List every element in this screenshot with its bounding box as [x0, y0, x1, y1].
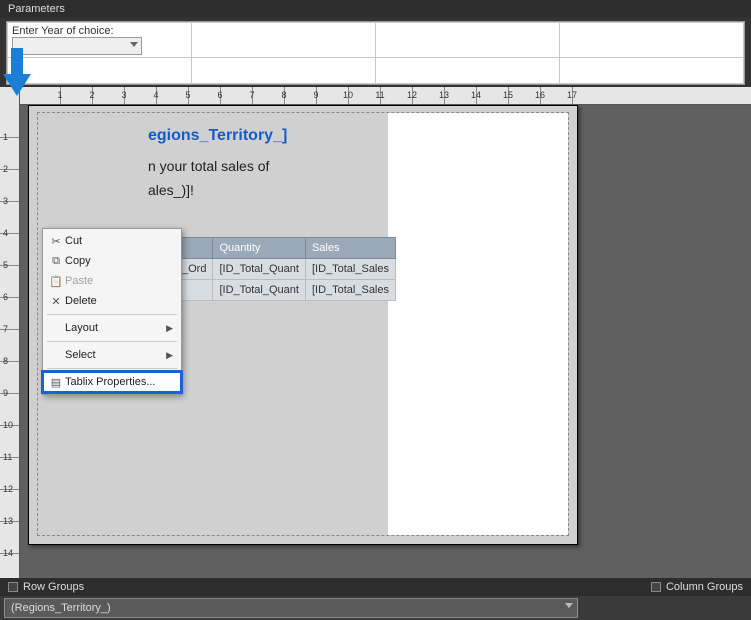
ruler-mark: 6 — [3, 292, 8, 302]
properties-icon: ▤ — [47, 376, 65, 389]
tablix-cell[interactable]: [ID_Total_Quant — [213, 280, 306, 301]
group-strip: (Regions_Territory_) — [0, 596, 751, 620]
ruler-mark: 9 — [3, 388, 8, 398]
ruler-mark: 10 — [3, 420, 13, 430]
ruler-mark: 15 — [503, 90, 513, 100]
menu-separator — [47, 314, 177, 315]
ruler-mark: 9 — [313, 90, 318, 100]
ruler-mark: 13 — [439, 90, 449, 100]
ruler-mark: 11 — [375, 90, 384, 100]
copy-icon: ⧉ — [47, 255, 65, 268]
ruler-mark: 3 — [121, 90, 126, 100]
groups-bar: Row Groups Column Groups — [0, 578, 751, 596]
menu-copy[interactable]: ⧉Copy — [43, 251, 181, 271]
param-label: Enter Year of choice: — [12, 25, 114, 37]
designer-area: 1234567891011121314 12345678910111213141… — [0, 87, 751, 578]
scissors-icon: ✂ — [47, 235, 65, 248]
horizontal-ruler: 1234567891011121314151617 — [20, 87, 751, 105]
param-empty-cell[interactable] — [376, 58, 560, 84]
row-groups-icon — [8, 582, 18, 592]
ruler-mark: 11 — [3, 452, 12, 462]
context-menu: ✂Cut ⧉Copy 📋Paste ✕Delete Layout▶ Select… — [42, 228, 182, 395]
row-groups-label: Row Groups — [0, 581, 92, 593]
ruler-mark: 8 — [3, 356, 8, 366]
tablix-col-qty[interactable]: Quantity — [213, 238, 306, 259]
ruler-mark: 16 — [535, 90, 545, 100]
ruler-mark: 7 — [249, 90, 254, 100]
ruler-mark: 14 — [3, 548, 13, 558]
tablix-cell[interactable]: [ID_Total_Sales — [305, 259, 395, 280]
ruler-mark: 5 — [3, 260, 8, 270]
row-group-item[interactable]: (Regions_Territory_) — [4, 598, 578, 618]
ruler-mark: 2 — [3, 164, 8, 174]
ruler-mark: 12 — [3, 484, 13, 494]
menu-paste: 📋Paste — [43, 271, 181, 291]
tablix-cell[interactable]: [ID_Total_Sales — [305, 280, 395, 301]
menu-delete[interactable]: ✕Delete — [43, 291, 181, 311]
column-groups-icon — [651, 582, 661, 592]
chevron-right-icon: ▶ — [166, 350, 173, 361]
tablix-cell[interactable]: [ID_Total_Quant — [213, 259, 306, 280]
paste-icon: 📋 — [47, 275, 65, 288]
param-empty-cell[interactable] — [376, 23, 560, 58]
ruler-mark: 1 — [3, 132, 8, 142]
ruler-mark: 2 — [89, 90, 94, 100]
ruler-mark: 13 — [3, 516, 13, 526]
menu-layout[interactable]: Layout▶ — [43, 318, 181, 338]
ruler-mark: 5 — [185, 90, 190, 100]
white-side-panel — [388, 113, 568, 535]
ruler-mark: 3 — [3, 196, 8, 206]
ruler-mark: 4 — [3, 228, 8, 238]
design-surface[interactable]: egions_Territory_] n your total sales of… — [20, 105, 751, 578]
param-empty-cell[interactable] — [192, 23, 376, 58]
chevron-right-icon: ▶ — [166, 323, 173, 334]
annotation-arrow — [3, 48, 31, 96]
ruler-mark: 4 — [153, 90, 158, 100]
param-empty-cell[interactable] — [8, 58, 192, 84]
parameters-area: Enter Year of choice: — [6, 21, 745, 85]
delete-icon: ✕ — [47, 295, 65, 308]
ruler-mark: 10 — [343, 90, 353, 100]
menu-separator — [47, 368, 177, 369]
param-empty-cell[interactable] — [560, 23, 744, 58]
param-empty-cell[interactable] — [192, 58, 376, 84]
menu-separator — [47, 341, 177, 342]
ruler-mark: 6 — [217, 90, 222, 100]
tablix-col-sales[interactable]: Sales — [305, 238, 395, 259]
menu-select[interactable]: Select▶ — [43, 345, 181, 365]
chevron-down-icon[interactable] — [565, 603, 573, 608]
param-year-combo[interactable] — [12, 37, 142, 55]
column-groups-label: Column Groups — [643, 581, 751, 593]
ruler-mark: 17 — [567, 90, 577, 100]
parameters-grid: Enter Year of choice: — [7, 22, 744, 84]
menu-tablix-properties[interactable]: ▤Tablix Properties... — [43, 372, 181, 392]
ruler-mark: 7 — [3, 324, 8, 334]
vertical-ruler: 1234567891011121314 — [0, 87, 20, 578]
ruler-mark: 1 — [57, 90, 62, 100]
menu-cut[interactable]: ✂Cut — [43, 231, 181, 251]
param-empty-cell[interactable] — [560, 58, 744, 84]
ruler-mark: 12 — [407, 90, 417, 100]
ruler-mark: 14 — [471, 90, 481, 100]
parameters-panel-title: Parameters — [0, 0, 751, 18]
param-cell[interactable]: Enter Year of choice: — [8, 23, 192, 58]
ruler-mark: 8 — [281, 90, 286, 100]
column-group-area[interactable] — [582, 598, 747, 618]
